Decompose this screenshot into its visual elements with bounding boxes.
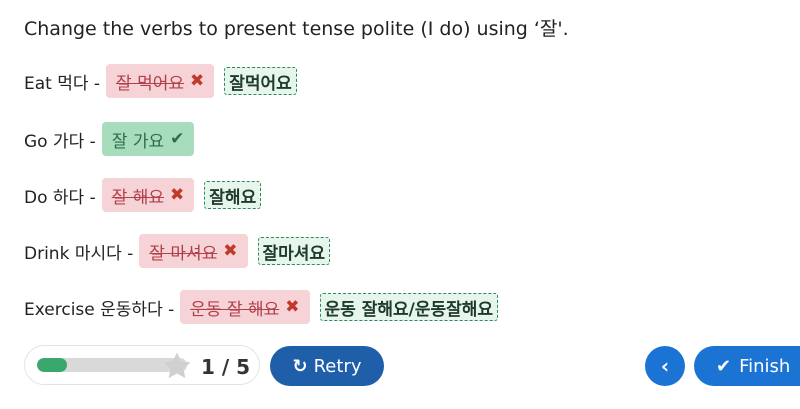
answer-wrong: 잘 해요 ✖ [101,178,195,212]
answer-wrong: 잘 먹어요 ✖ [106,64,215,98]
exercise-row: Exercise 운동하다 - 운동 잘 해요 ✖ 운동 잘해요/운동잘해요 [24,290,499,324]
correct-answer: 잘마셔요 [257,237,331,265]
correct-answer: 잘해요 [204,181,262,209]
answer-text: 잘 가요 [111,131,165,152]
finish-label: Finish [739,355,791,377]
progress-fill [37,358,67,372]
progress-count: 1 / 5 [201,355,251,379]
finish-button[interactable]: ✔ Finish [694,346,800,386]
exercise-instruction: Change the verbs to present tense polite… [24,18,569,40]
check-icon: ✔ [170,129,185,149]
row-prompt: Eat 먹다 - [24,73,101,94]
exercise-row: Eat 먹다 - 잘 먹어요 ✖ 잘먹어요 [24,64,297,98]
cross-icon: ✖ [190,71,205,91]
row-prompt: Go 가다 - [24,131,96,152]
answer-text: 잘 해요 [111,187,165,208]
exercise-row: Drink 마시다 - 잘 마셔요 ✖ 잘마셔요 [24,234,331,268]
retry-label: Retry [313,355,362,377]
row-prompt: Exercise 운동하다 - [24,299,175,320]
check-icon: ✔ [716,355,732,377]
retry-button[interactable]: ↻ Retry [270,346,384,386]
progress-indicator: 1 / 5 [24,345,260,385]
exercise-row: Go 가다 - 잘 가요 ✔ [24,122,195,156]
cross-icon: ✖ [223,241,238,261]
answer-text: 운동 잘 해요 [190,299,280,320]
answer-wrong: 운동 잘 해요 ✖ [180,290,310,324]
row-prompt: Drink 마시다 - [24,243,134,264]
correct-answer: 잘먹어요 [224,67,297,95]
star-icon [163,352,191,379]
answer-text: 잘 먹어요 [116,73,185,94]
chevron-left-icon: ‹ [660,354,670,378]
cross-icon: ✖ [170,185,185,205]
cross-icon: ✖ [285,297,300,317]
redo-icon: ↻ [292,355,308,377]
correct-answer: 운동 잘해요/운동잘해요 [319,293,499,321]
exercise-row: Do 하다 - 잘 해요 ✖ 잘해요 [24,178,262,212]
answer-wrong: 잘 마셔요 ✖ [139,234,248,268]
previous-button[interactable]: ‹ [645,346,685,386]
row-prompt: Do 하다 - [24,187,96,208]
answer-text: 잘 마셔요 [149,243,218,264]
answer-correct: 잘 가요 ✔ [101,122,195,156]
